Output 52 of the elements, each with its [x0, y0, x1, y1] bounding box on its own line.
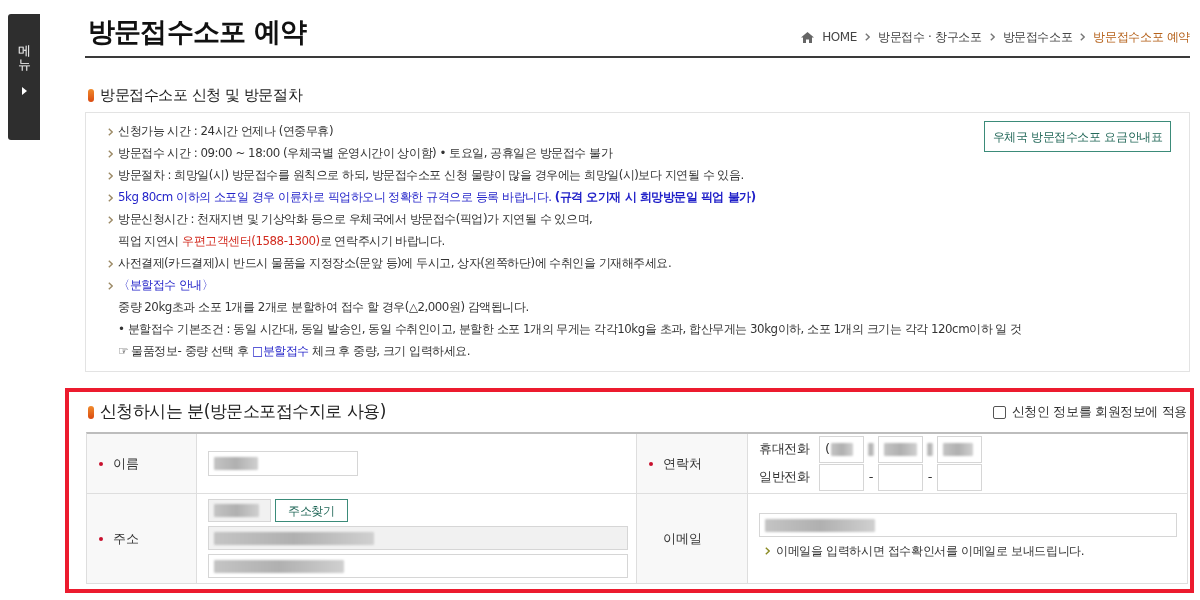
phone-input[interactable]: [937, 463, 982, 491]
notice-text: 5kg 80cm 이하의 소포일 경우 이륜차로 픽업하오니 정확한 규격으로 등록 바랍니다. (규격 오기재 시 희망방문일 픽업 불가): [118, 189, 756, 207]
phone-input[interactable]: [819, 463, 864, 491]
email-note: 이메일을 입력하시면 접수확인서를 이메일로 보내드립니다.: [776, 543, 1085, 560]
address-search-button[interactable]: 주소찾기: [275, 499, 348, 522]
phone-type-label: 일반전화: [759, 468, 811, 487]
side-menu-tab[interactable]: 메뉴: [8, 14, 40, 140]
form-label: 이름: [113, 454, 139, 473]
postcode-input[interactable]: [208, 499, 271, 522]
breadcrumb-link[interactable]: 방문접수소포 예약: [1093, 28, 1190, 46]
phone-input[interactable]: (: [819, 435, 864, 463]
section-heading: 신청하시는 분(방문소포접수지로 사용): [100, 400, 386, 424]
chevron-right-icon: [865, 33, 871, 41]
notice-text: 방문신청시간 : 천재지변 및 기상악화 등으로 우체국에서 방문접수(픽업)가 지연될 수 있으며,: [118, 211, 593, 229]
checkbox-label: 신청인 정보를 회원정보에 적용: [1011, 403, 1187, 422]
chevron-right-icon: [989, 33, 995, 41]
notice-text: 픽업 지연시 우편고객센터(1588-1300)로 연락주시기 바랍니다.: [118, 233, 445, 251]
notice-text: 방문절차 : 희망일(시) 방문접수를 원칙으로 하되, 방문접수소포 신청 물량이 많을 경우에는 희망일(시)보다 지연될 수 있음.: [118, 167, 744, 185]
breadcrumb-link[interactable]: 방문접수소포: [1002, 28, 1073, 46]
section-bullet-icon: [88, 88, 94, 102]
caret-right-icon: [21, 86, 27, 95]
name-input[interactable]: [208, 451, 358, 476]
section-bullet-icon: [88, 405, 94, 419]
notice-text: 〈분할접수 안내〉: [118, 277, 214, 295]
phone-input[interactable]: [937, 435, 982, 463]
phone-input[interactable]: [878, 435, 923, 463]
form-label: 주소: [113, 529, 139, 548]
form-label: 이메일: [663, 529, 702, 548]
breadcrumb-link[interactable]: HOME: [822, 28, 858, 46]
phone-input[interactable]: [878, 463, 923, 491]
section-heading: 방문접수소포 신청 및 방문절차: [100, 84, 303, 106]
side-menu-label: 메뉴: [17, 44, 31, 73]
dash-separator: -: [927, 468, 933, 487]
notice-text: 중량 20kg초과 소포 1개를 2개로 분할하여 접수 할 경우(△2,000원) 감액됩니다.: [118, 299, 529, 317]
fee-table-button[interactable]: 우체국 방문접수소포 요금안내표: [984, 121, 1171, 152]
home-icon: [801, 31, 815, 43]
chevron-bullet-icon: [765, 547, 770, 555]
notice-text: 신청가능 시간 : 24시간 언제나 (연중무휴): [118, 123, 334, 141]
checkbox[interactable]: [992, 405, 1006, 419]
notice-text: • 분할접수 기본조건 : 동일 시간대, 동일 발송인, 동일 수취인이고, 분할한 소포 1개의 무게는 각각10kg을 초과, 합산무게는 30kg이하, 소포 1개의 크기는 각각 120cm이하 일 것: [118, 321, 1022, 339]
dash-separator: -: [868, 468, 874, 487]
address-input[interactable]: [208, 554, 628, 578]
breadcrumb-link[interactable]: 방문접수 · 창구소포: [878, 28, 982, 46]
phone-type-label: 휴대전화: [759, 440, 811, 459]
notice-text: 방문접수 시간 : 09:00 ~ 18:00 (우체국별 운영시간이 상이함) • 토요일, 공휴일은 방문접수 불가: [118, 145, 613, 163]
notice-text: 사전결제(카드결제)시 반드시 물품을 지정장소(문앞 등)에 두시고, 상자(왼쪽하단)에 수취인을 기재해주세요.: [118, 255, 672, 273]
form-label: 연락처: [663, 454, 702, 473]
chevron-right-icon: [1080, 33, 1086, 41]
notice-text: ☞ 물품정보- 중량 선택 후 □분할접수 체크 후 중량, 크기 입력하세요.: [118, 343, 471, 361]
page-title: 방문접수소포 예약: [87, 15, 307, 49]
email-input[interactable]: [759, 513, 1177, 537]
address-input[interactable]: [208, 526, 628, 550]
